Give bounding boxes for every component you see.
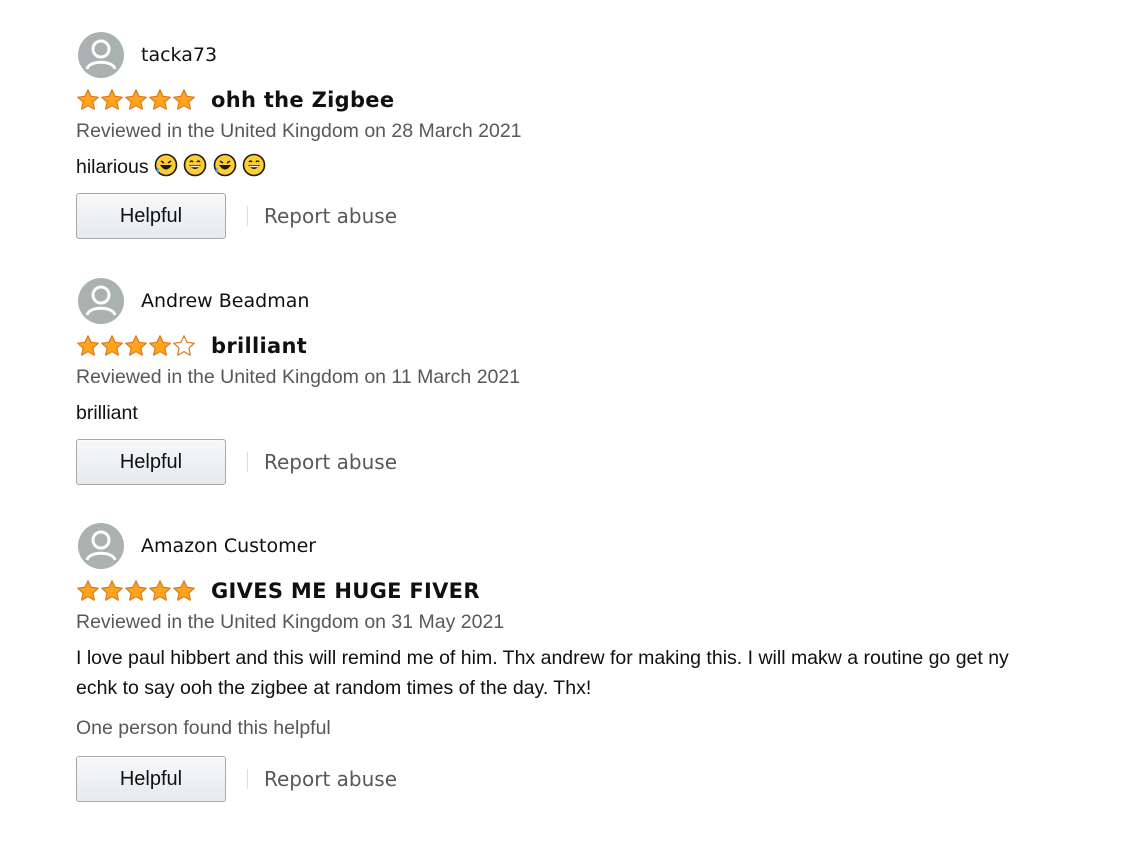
- star-filled-icon: [77, 89, 99, 110]
- report-abuse-link[interactable]: Report abuse: [264, 450, 397, 474]
- helpful-button[interactable]: Helpful: [76, 193, 226, 239]
- review-title[interactable]: brilliant: [211, 334, 307, 358]
- review-actions: Helpful Report abuse: [76, 438, 1116, 486]
- star-rating[interactable]: [76, 334, 196, 358]
- star-empty-icon: [173, 335, 195, 356]
- emoji-group: [154, 153, 266, 178]
- review-card: Andrew Beadman brilliant Reviewed in the…: [76, 278, 1116, 486]
- helpful-button[interactable]: Helpful: [76, 439, 226, 485]
- review-card: Amazon Customer GIVES ME HUGE FIVER Revi…: [76, 523, 1116, 803]
- reviewer-profile[interactable]: Andrew Beadman: [76, 278, 1116, 324]
- star-filled-icon: [149, 580, 171, 601]
- review-text: hilarious: [76, 156, 149, 178]
- review-date: Reviewed in the United Kingdom on 28 Mar…: [76, 120, 522, 142]
- review-title[interactable]: GIVES ME HUGE FIVER: [211, 579, 480, 603]
- review-card: tacka73 ohh the Zigbee Reviewed in the U…: [76, 32, 1116, 240]
- avatar: [78, 523, 124, 569]
- star-filled-icon: [125, 580, 147, 601]
- report-abuse-link[interactable]: Report abuse: [264, 204, 397, 228]
- rofl-emoji: [213, 153, 237, 177]
- grin-sweat-emoji: [184, 153, 207, 177]
- avatar: [78, 278, 124, 324]
- review-title[interactable]: ohh the Zigbee: [211, 88, 394, 112]
- report-abuse-link[interactable]: Report abuse: [264, 767, 397, 791]
- reviewer-profile[interactable]: tacka73: [76, 32, 1116, 78]
- star-filled-icon: [101, 89, 123, 110]
- review-body: I love paul hibbert and this will remind…: [76, 643, 1116, 703]
- star-rating[interactable]: [76, 579, 196, 603]
- review-date: Reviewed in the United Kingdom on 11 Mar…: [76, 366, 521, 388]
- review-body: hilarious: [76, 152, 1116, 182]
- star-filled-icon: [173, 580, 195, 601]
- divider: [247, 769, 248, 789]
- default-user-icon: [85, 285, 117, 316]
- reviewer-name: Amazon Customer: [141, 535, 317, 557]
- star-rating[interactable]: [76, 88, 196, 112]
- reviewer-name: Andrew Beadman: [141, 290, 310, 312]
- helpful-button[interactable]: Helpful: [76, 756, 226, 802]
- review-date: Reviewed in the United Kingdom on 31 May…: [76, 611, 505, 633]
- review-body: brilliant: [76, 402, 138, 424]
- helpful-count: One person found this helpful: [76, 717, 331, 739]
- default-user-icon: [85, 530, 117, 561]
- star-filled-icon: [149, 89, 171, 110]
- reviewer-name: tacka73: [141, 44, 218, 66]
- divider: [247, 206, 248, 226]
- grin-sweat-emoji: [243, 153, 266, 177]
- rofl-emoji: [154, 153, 178, 177]
- reviewer-profile[interactable]: Amazon Customer: [76, 523, 1116, 569]
- star-filled-icon: [101, 335, 123, 356]
- review-actions: Helpful Report abuse: [76, 755, 1116, 803]
- review-text-line: echk to say ooh the zigbee at random tim…: [76, 677, 592, 699]
- star-filled-icon: [77, 580, 99, 601]
- star-filled-icon: [173, 89, 195, 110]
- star-filled-icon: [125, 335, 147, 356]
- star-filled-icon: [77, 335, 99, 356]
- star-filled-icon: [101, 580, 123, 601]
- star-filled-icon: [125, 89, 147, 110]
- divider: [247, 452, 248, 472]
- review-actions: Helpful Report abuse: [76, 192, 1116, 240]
- review-text-line: I love paul hibbert and this will remind…: [76, 647, 1009, 669]
- star-filled-icon: [149, 335, 171, 356]
- avatar: [78, 32, 124, 78]
- default-user-icon: [85, 39, 117, 70]
